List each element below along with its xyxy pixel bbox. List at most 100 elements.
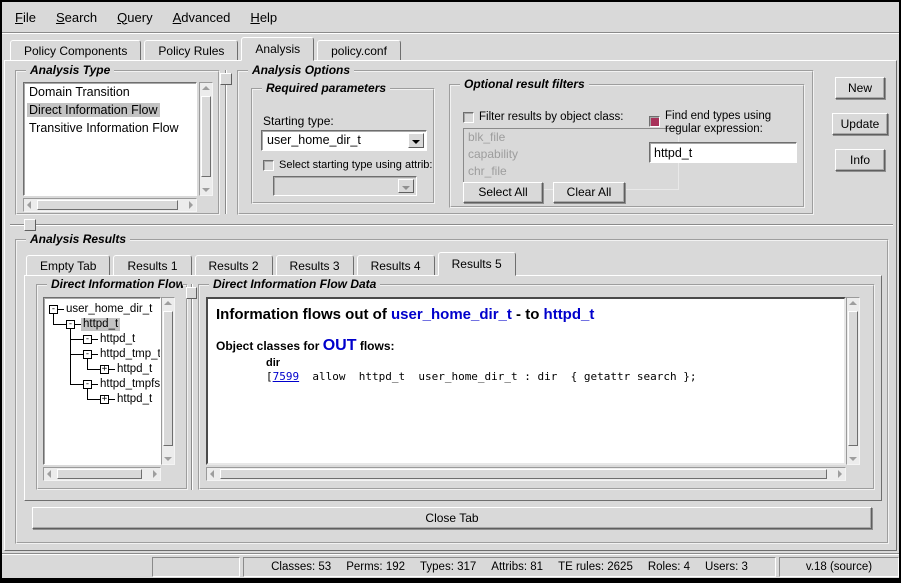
flow-data-text[interactable]: Information flows out of user_home_dir_t… <box>206 297 846 465</box>
results-sash[interactable] <box>10 224 893 226</box>
tree-connector-line <box>70 339 83 340</box>
policy-version: v.18 (source) <box>806 561 872 573</box>
results-tab-results-5[interactable]: Results 5 <box>438 252 516 276</box>
tree-node-httpd-t[interactable]: httpd_t <box>115 363 154 376</box>
analysis-type-item[interactable]: Transitive Information Flow <box>24 119 196 137</box>
select-all-button[interactable]: Select All <box>463 182 543 203</box>
object-class-checkbox[interactable] <box>463 112 474 123</box>
tab-policy-rules[interactable]: Policy Rules <box>144 40 238 61</box>
flow-data-vscrollbar[interactable] <box>846 297 860 465</box>
options-sash[interactable] <box>225 70 227 214</box>
regex-input[interactable] <box>649 142 797 163</box>
tree-collapse-icon[interactable]: - <box>66 320 75 329</box>
scroll-left-icon[interactable] <box>210 470 214 478</box>
scrollbar-thumb[interactable] <box>848 311 858 446</box>
scroll-right-icon[interactable] <box>153 470 157 478</box>
new-button[interactable]: New <box>835 77 885 99</box>
tree-node-user-home-dir-t[interactable]: user_home_dir_t <box>64 303 154 316</box>
attrib-checkbox[interactable] <box>263 160 274 171</box>
tree-node-httpd-t[interactable]: httpd_t <box>115 393 154 406</box>
scroll-up-icon[interactable] <box>202 86 210 90</box>
tree-connector-line <box>87 359 88 369</box>
tree-node-httpd-tmpfs-t[interactable]: httpd_tmpfs_t <box>98 378 161 391</box>
scroll-down-icon[interactable] <box>202 188 210 192</box>
scroll-left-icon[interactable] <box>27 201 31 209</box>
close-tab-button[interactable]: Close Tab <box>32 507 872 529</box>
stat-perms: Perms: 192 <box>346 561 405 573</box>
regex-checkbox-label: Find end types using regular expression: <box>665 110 807 136</box>
menu-file[interactable]: File <box>5 8 46 27</box>
scroll-left-icon[interactable] <box>47 470 51 478</box>
starting-type-dropdown-button[interactable] <box>408 133 424 148</box>
object-class-item: chr_file <box>464 163 678 180</box>
starting-type-combobox[interactable]: user_home_dir_t <box>261 130 427 151</box>
flow-tree[interactable]: -user_home_dir_t-httpd_t-httpd_t-httpd_t… <box>43 297 161 465</box>
stat-roles: Roles: 4 <box>648 561 690 573</box>
results-tab-results-2[interactable]: Results 2 <box>195 255 273 276</box>
scrollbar-thumb[interactable] <box>220 469 827 479</box>
info-button[interactable]: Info <box>835 149 885 171</box>
update-button[interactable]: Update <box>832 113 888 135</box>
scroll-right-icon[interactable] <box>189 201 193 209</box>
results-tab-results-3[interactable]: Results 3 <box>276 255 354 276</box>
stat-classes: Classes: 53 <box>271 561 331 573</box>
menu-bar: FileSearchQueryAdvancedHelp <box>2 2 899 33</box>
menu-advanced[interactable]: Advanced <box>163 8 241 27</box>
tab-policy-conf[interactable]: policy.conf <box>317 40 401 61</box>
scrollbar-thumb[interactable] <box>37 200 178 210</box>
clear-all-button[interactable]: Clear All <box>553 182 625 203</box>
tree-collapse-icon[interactable]: - <box>49 305 58 314</box>
object-class-item: capability <box>464 146 678 163</box>
tree-collapse-icon[interactable]: - <box>83 350 92 359</box>
tree-node-httpd-t[interactable]: httpd_t <box>98 333 137 346</box>
flow-data-title: Direct Information Flow Data <box>209 277 380 291</box>
tree-data-sash-handle[interactable] <box>186 287 197 299</box>
results-tab-results-4[interactable]: Results 4 <box>357 255 435 276</box>
analysis-type-hscrollbar[interactable] <box>23 198 197 212</box>
analysis-type-item[interactable]: Direct Information Flow <box>24 101 196 119</box>
scroll-right-icon[interactable] <box>838 470 842 478</box>
menu-help[interactable]: Help <box>240 8 287 27</box>
scrollbar-thumb[interactable] <box>57 469 142 479</box>
tree-collapse-icon[interactable]: - <box>83 335 92 344</box>
scroll-down-icon[interactable] <box>164 457 172 461</box>
flow-headline: Information flows out of user_home_dir_t… <box>216 306 594 323</box>
flow-data-group: Direct Information Flow Data Information… <box>198 284 875 490</box>
flow-tree-hscrollbar[interactable] <box>43 467 161 481</box>
tree-expand-icon[interactable]: + <box>100 365 109 374</box>
results-tab-results-1[interactable]: Results 1 <box>113 255 191 276</box>
optional-filters-group: Optional result filters Filter results b… <box>449 84 805 208</box>
results-sash-handle[interactable] <box>24 219 36 231</box>
flow-tree-title: Direct Information Flow T <box>47 277 183 291</box>
menu-query[interactable]: Query <box>107 8 162 27</box>
tree-data-sash[interactable] <box>191 284 193 490</box>
tree-node-httpd-tmp-t[interactable]: httpd_tmp_t <box>98 348 161 361</box>
tree-collapse-icon[interactable]: - <box>83 380 92 389</box>
source-type: user_home_dir_t <box>391 306 512 323</box>
scroll-up-icon[interactable] <box>164 301 172 305</box>
analysis-type-group: Analysis Type Domain TransitionDirect In… <box>15 70 220 215</box>
tree-connector-line <box>87 399 100 400</box>
analysis-type-vscrollbar[interactable] <box>199 82 213 196</box>
scroll-down-icon[interactable] <box>849 457 857 461</box>
scrollbar-thumb[interactable] <box>201 96 211 177</box>
tab-analysis[interactable]: Analysis <box>241 37 314 61</box>
results-tab-empty-tab[interactable]: Empty Tab <box>26 255 110 276</box>
tab-policy-components[interactable]: Policy Components <box>10 40 141 61</box>
analysis-type-list[interactable]: Domain TransitionDirect Information Flow… <box>23 82 197 196</box>
menu-search[interactable]: Search <box>46 8 107 27</box>
flow-data-hscrollbar[interactable] <box>206 467 846 481</box>
scrollbar-thumb[interactable] <box>163 311 173 446</box>
policy-stats: Classes: 53Perms: 192Types: 317Attribs: … <box>271 561 748 573</box>
starting-type-label: Starting type: <box>263 114 334 128</box>
tree-expand-icon[interactable]: + <box>100 395 109 404</box>
analysis-type-item[interactable]: Domain Transition <box>24 83 196 101</box>
tree-connector-line <box>87 389 88 399</box>
flow-tree-vscrollbar[interactable] <box>161 297 175 465</box>
scroll-up-icon[interactable] <box>849 301 857 305</box>
regex-checkbox[interactable] <box>649 116 660 127</box>
required-parameters-group: Required parameters Starting type: user_… <box>251 88 435 204</box>
options-sash-handle[interactable] <box>220 73 232 85</box>
tree-node-httpd-t[interactable]: httpd_t <box>81 318 120 331</box>
rule-id-link[interactable]: 7599 <box>273 370 300 383</box>
